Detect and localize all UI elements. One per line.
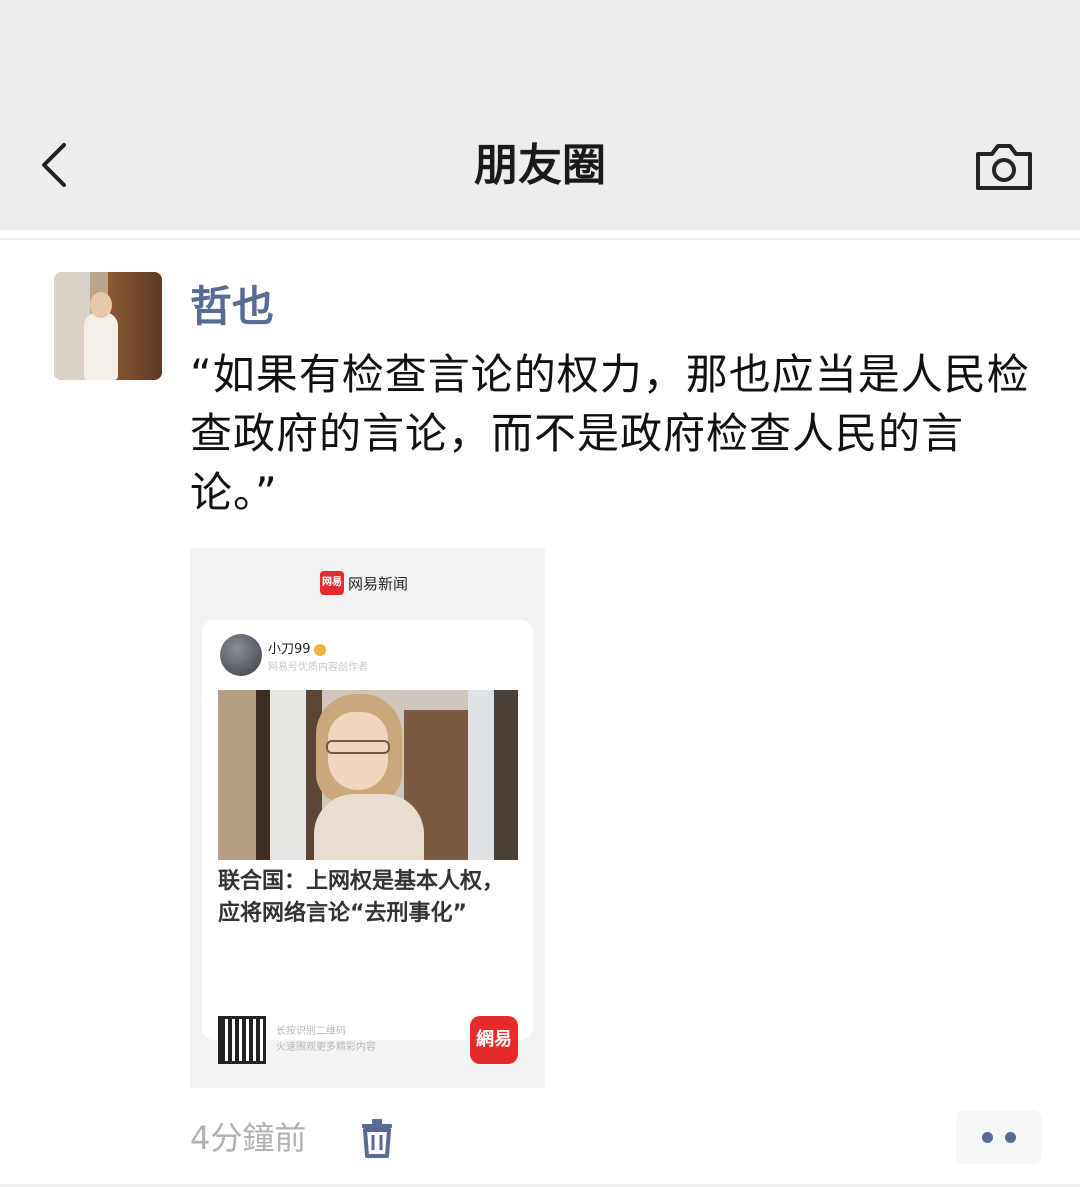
page-title: 朋友圈 [474, 140, 606, 191]
brand-name: 网易新闻 [348, 574, 409, 593]
article-author-avatar [220, 634, 262, 676]
more-dot [1005, 1132, 1016, 1143]
post-time: 4分鐘前 [190, 1119, 307, 1157]
article-author: 小刀99 [268, 638, 326, 657]
camera-icon[interactable] [972, 140, 1036, 194]
qr-code [218, 1016, 266, 1064]
post-text: “如果有检查言论的权力，那也应当是人民检查政府的言论，而不是政府检查人民的言论。… [190, 350, 1030, 517]
more-button[interactable] [956, 1110, 1042, 1164]
divider [0, 238, 1080, 240]
article-headline: 联合国：上网权是基本人权，应将网络言论“去刑事化” [218, 869, 505, 926]
more-dots-icon [982, 1132, 993, 1143]
netease-logo: 网易 [320, 571, 344, 595]
news-brand: 网易 网易新闻 [320, 570, 408, 596]
verified-badge-icon [313, 643, 326, 656]
article-author-subtitle: 网易号优质内容创作者 [268, 662, 368, 673]
trash-icon[interactable] [360, 1118, 394, 1158]
article-photo [218, 690, 518, 860]
avatar[interactable] [54, 272, 162, 380]
article-card: 小刀99 网易号优质内容创作者 联合国：上网权是基本人权，应将网络言论“去刑事化… [202, 620, 533, 1040]
shared-image[interactable]: 网易 网易新闻 小刀99 网易号优质内容创作者 联合国：上网权是基本人权，应将网… [190, 548, 545, 1088]
qr-caption: 长按识别二维码 火速围观更多精彩内容 [276, 1026, 376, 1053]
top-bar: 朋友圈 [0, 0, 1080, 230]
author-name[interactable]: 哲也 [190, 280, 274, 334]
netease-app-logo: 網易 [470, 1016, 518, 1064]
